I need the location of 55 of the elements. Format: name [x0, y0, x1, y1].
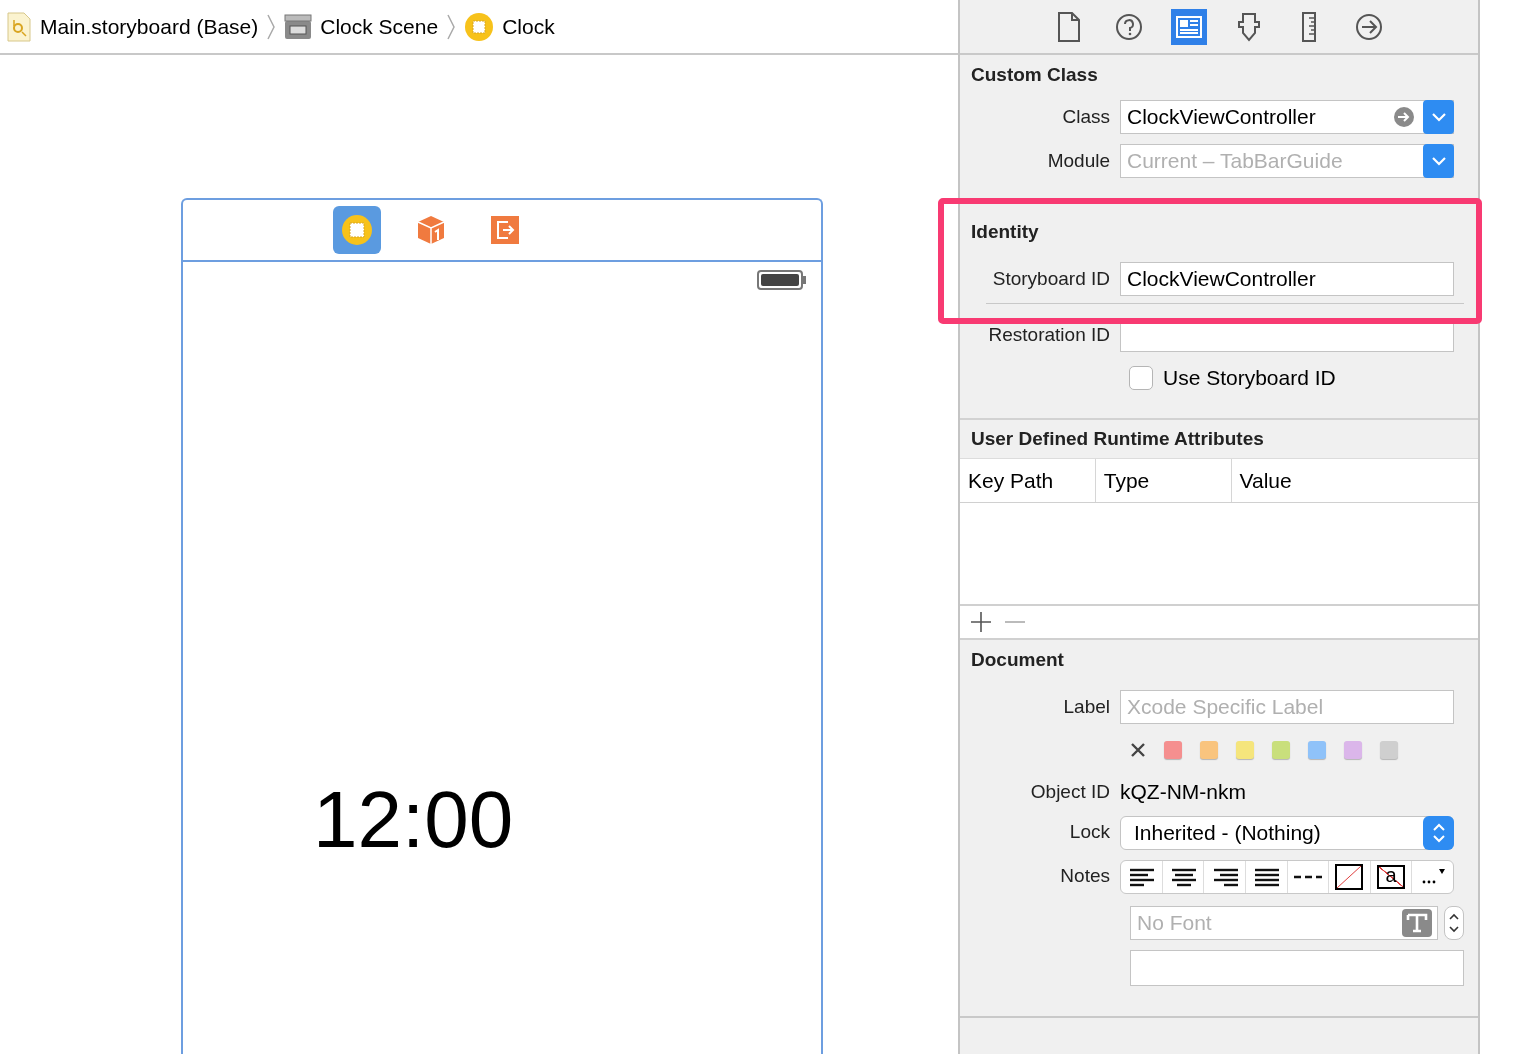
section-title: Document — [970, 648, 1065, 672]
breadcrumb-item[interactable]: Clock — [502, 10, 555, 43]
dropdown-button[interactable] — [1423, 144, 1454, 178]
field-label: Storyboard ID — [991, 266, 1111, 291]
stepper[interactable] — [1444, 905, 1464, 940]
checkbox-label: Use Storyboard ID — [1163, 365, 1336, 391]
battery-icon — [757, 270, 807, 290]
field-label: Module — [1046, 148, 1111, 173]
arrow-circle-icon — [1393, 106, 1415, 128]
exit-icon — [491, 216, 519, 244]
stepper-button[interactable] — [1423, 815, 1454, 850]
lock-dropdown[interactable]: Inherited - (Nothing) — [1120, 815, 1454, 850]
column-header[interactable]: Value — [1230, 459, 1478, 502]
color-swatch[interactable] — [1200, 741, 1218, 759]
color-swatch[interactable] — [1308, 741, 1326, 759]
color-swatch[interactable] — [1164, 741, 1182, 759]
breadcrumb-item[interactable]: Main.storyboard (Base) — [40, 10, 259, 43]
field-label: Lock — [1068, 820, 1111, 845]
identity-tab[interactable] — [1171, 8, 1207, 45]
section-title: User Defined Runtime Attributes — [970, 427, 1265, 451]
text-field[interactable] — [1130, 949, 1464, 986]
time-label: 12:00 — [313, 780, 514, 860]
breadcrumb-item[interactable]: Clock Scene — [320, 10, 439, 43]
section-title: Custom Class — [970, 63, 1099, 87]
clapboard-icon — [284, 13, 313, 40]
storyboard-id-field[interactable]: ClockViewController — [1120, 262, 1454, 296]
class-field[interactable]: ClockViewController — [1120, 100, 1454, 134]
no-fill-icon — [1335, 863, 1364, 890]
field-label: Notes — [1059, 864, 1111, 889]
controller-button[interactable] — [333, 206, 381, 254]
color-swatch[interactable] — [1272, 741, 1290, 759]
field-label: Label — [1062, 694, 1111, 719]
dropdown-button[interactable] — [1423, 100, 1454, 134]
color-swatch[interactable] — [1380, 741, 1398, 759]
close-icon[interactable] — [1130, 742, 1146, 758]
field-label: Restoration ID — [987, 322, 1111, 347]
column-header[interactable]: Key Path — [960, 459, 1095, 502]
font-icon — [1401, 907, 1433, 938]
field-label: Object ID — [1029, 779, 1111, 804]
object-id: kQZ-NM-nkm — [1120, 779, 1246, 805]
checkbox[interactable] — [1129, 365, 1153, 390]
controller-icon — [464, 11, 495, 42]
section-title: Identity — [970, 220, 1040, 244]
column-header[interactable]: Type — [1094, 459, 1231, 502]
field-label: Class — [1061, 104, 1111, 129]
controller-icon — [341, 214, 373, 246]
caret-icon — [1430, 156, 1447, 166]
chevron-icon — [266, 12, 277, 41]
color-swatch[interactable] — [1236, 741, 1254, 759]
add-icon[interactable] — [970, 611, 992, 633]
chevron-icon — [446, 12, 457, 41]
document-icon — [6, 11, 32, 42]
color-swatch[interactable] — [1344, 741, 1362, 759]
caret-icon — [1430, 112, 1447, 122]
cube-icon — [416, 214, 446, 246]
